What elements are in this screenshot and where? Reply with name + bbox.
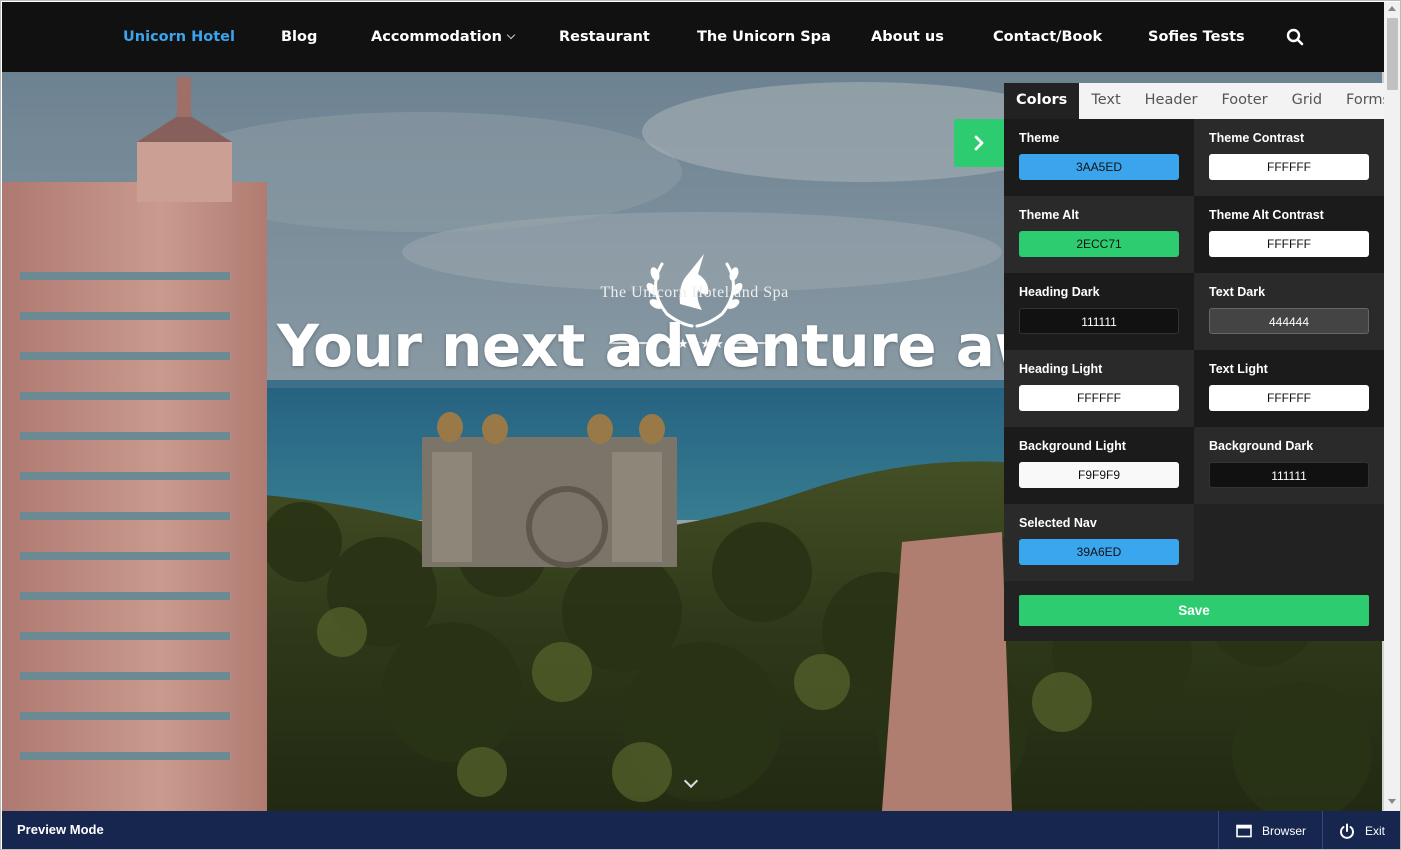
color-input-theme-alt[interactable]: 2ECC71 xyxy=(1019,231,1179,257)
exit-button[interactable]: Exit xyxy=(1322,811,1400,849)
nav-item-blog[interactable]: Blog xyxy=(281,2,317,72)
nav-item-contact[interactable]: Contact/Book xyxy=(993,2,1102,72)
field-heading-light: Heading Light FFFFFF xyxy=(1004,350,1194,427)
field-theme-alt: Theme Alt 2ECC71 xyxy=(1004,196,1194,273)
field-label: Theme Alt xyxy=(1019,208,1079,222)
preview-mode-label: Preview Mode xyxy=(17,822,104,837)
color-input-text-dark[interactable]: 444444 xyxy=(1209,308,1369,334)
field-label: Background Light xyxy=(1019,439,1126,453)
color-input-text-light[interactable]: FFFFFF xyxy=(1209,385,1369,411)
field-label: Text Light xyxy=(1209,362,1268,376)
browser-button-label: Browser xyxy=(1262,824,1307,838)
page-scrollbar[interactable] xyxy=(1384,2,1400,811)
field-label: Heading Dark xyxy=(1019,285,1100,299)
scroll-down-arrow-icon[interactable] xyxy=(1388,799,1396,804)
field-selected-nav: Selected Nav 39A6ED xyxy=(1004,504,1194,581)
field-label: Selected Nav xyxy=(1019,516,1097,530)
field-heading-dark: Heading Dark 111111 xyxy=(1004,273,1194,350)
color-input-heading-dark[interactable]: 111111 xyxy=(1019,308,1179,334)
field-label: Text Dark xyxy=(1209,285,1266,299)
browser-window-icon xyxy=(1236,824,1252,838)
hero-headline: Your next adventure aw xyxy=(277,312,1048,380)
chevron-down-icon xyxy=(506,30,516,40)
field-label: Background Dark xyxy=(1209,439,1314,453)
color-input-selected-nav[interactable]: 39A6ED xyxy=(1019,539,1179,565)
nav-item-spa[interactable]: The Unicorn Spa xyxy=(697,2,831,72)
color-input-background-dark[interactable]: 111111 xyxy=(1209,462,1369,488)
nav-item-home[interactable]: Unicorn Hotel xyxy=(123,2,235,72)
field-theme: Theme 3AA5ED xyxy=(1004,119,1194,196)
panel-tab-bar: Colors Text Header Footer Grid Forms xyxy=(1004,83,1390,119)
nav-item-restaurant[interactable]: Restaurant xyxy=(559,2,650,72)
scroll-up-arrow-icon[interactable] xyxy=(1388,6,1396,11)
field-background-light: Background Light F9F9F9 xyxy=(1004,427,1194,504)
nav-item-about[interactable]: About us xyxy=(871,2,944,72)
browser-viewport: Unicorn Hotel Blog Accommodation Restaur… xyxy=(0,0,1401,850)
field-text-light: Text Light FFFFFF xyxy=(1194,350,1384,427)
tab-footer[interactable]: Footer xyxy=(1209,83,1279,119)
color-input-theme-contrast[interactable]: FFFFFF xyxy=(1209,154,1369,180)
nav-item-accommodation-label: Accommodation xyxy=(371,29,502,45)
color-input-theme-alt-contrast[interactable]: FFFFFF xyxy=(1209,231,1369,257)
color-input-background-light[interactable]: F9F9F9 xyxy=(1019,462,1179,488)
power-icon xyxy=(1340,823,1354,839)
tab-text[interactable]: Text xyxy=(1079,83,1132,119)
chevron-right-icon xyxy=(974,135,984,151)
field-background-dark: Background Dark 111111 xyxy=(1194,427,1384,504)
hotel-name-text: The Unicorn Hotel and Spa xyxy=(600,284,789,301)
color-input-heading-light[interactable]: FFFFFF xyxy=(1019,385,1179,411)
nav-item-sofies-tests[interactable]: Sofies Tests xyxy=(1148,2,1245,72)
scrollbar-thumb[interactable] xyxy=(1387,18,1398,90)
top-navigation: Unicorn Hotel Blog Accommodation Restaur… xyxy=(2,2,1384,72)
field-label: Theme Contrast xyxy=(1209,131,1305,145)
tab-colors[interactable]: Colors xyxy=(1004,83,1080,119)
field-label: Theme Alt Contrast xyxy=(1209,208,1324,222)
search-icon[interactable] xyxy=(1286,28,1304,46)
panel-toggle-button[interactable] xyxy=(954,119,1004,167)
save-button[interactable]: Save xyxy=(1019,595,1369,626)
field-text-dark: Text Dark 444444 xyxy=(1194,273,1384,350)
field-theme-alt-contrast: Theme Alt Contrast FFFFFF xyxy=(1194,196,1384,273)
exit-button-label: Exit xyxy=(1365,824,1386,838)
browser-button[interactable]: Browser xyxy=(1218,811,1322,849)
field-theme-contrast: Theme Contrast FFFFFF xyxy=(1194,119,1384,196)
preview-mode-bar: Preview Mode Browser Exit xyxy=(2,811,1400,849)
color-input-theme[interactable]: 3AA5ED xyxy=(1019,154,1179,180)
field-label: Theme xyxy=(1019,131,1060,145)
theme-settings-panel: Colors Text Header Footer Grid Forms The… xyxy=(1004,83,1390,641)
field-label: Heading Light xyxy=(1019,362,1103,376)
tab-grid[interactable]: Grid xyxy=(1280,83,1334,119)
nav-item-accommodation[interactable]: Accommodation xyxy=(371,2,516,72)
tab-header[interactable]: Header xyxy=(1133,83,1210,119)
